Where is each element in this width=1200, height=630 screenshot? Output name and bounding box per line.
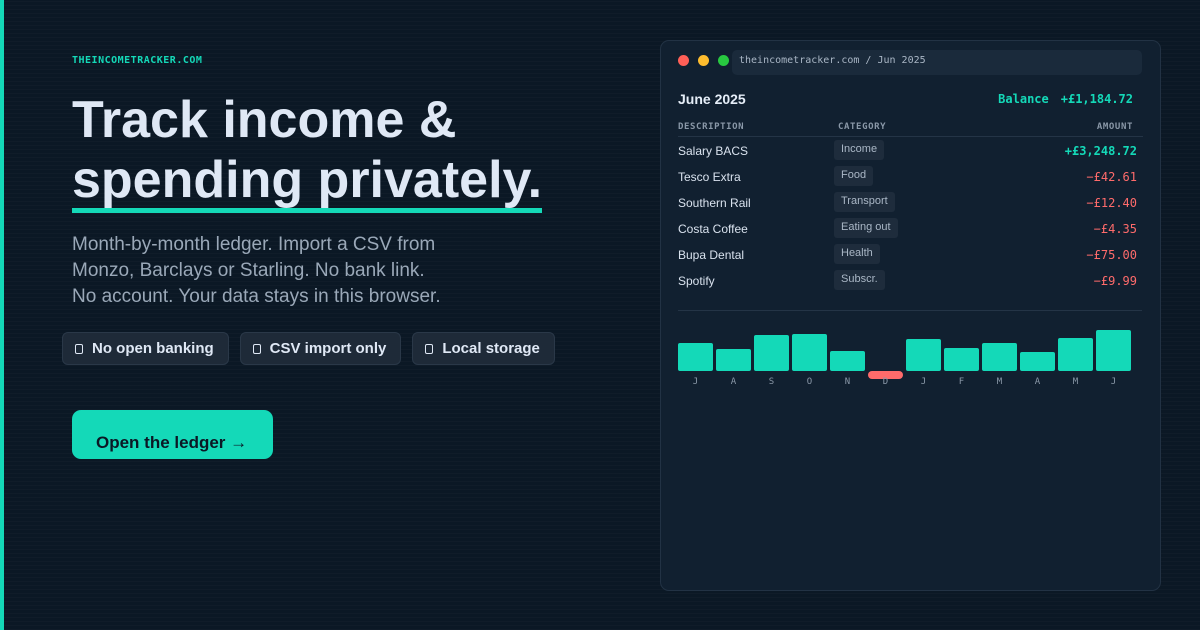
chart-month-label: O [806, 377, 813, 387]
feature-chips: No open banking CSV import only Local st… [62, 332, 555, 365]
row-description: Bupa Dental [678, 248, 745, 262]
chart-month-label: A [730, 377, 737, 387]
chart-bar [982, 343, 1017, 371]
ledger-month: June 2025 [678, 91, 746, 107]
subtext-line: No account. Your data stays in this brow… [72, 286, 441, 307]
column-header-description: DESCRIPTION [678, 122, 745, 132]
row-description: Tesco Extra [678, 170, 741, 184]
row-amount: +£3,248.72 [1064, 144, 1137, 158]
chart-bar [1058, 338, 1093, 371]
row-description: Southern Rail [678, 196, 751, 210]
column-header-amount: AMOUNT [1096, 122, 1133, 132]
ledger-table: DESCRIPTION CATEGORY AMOUNT Salary BACS … [678, 116, 1143, 293]
category-tag: Health [834, 244, 880, 264]
maximize-dot-icon[interactable] [718, 55, 729, 66]
accent-bar [0, 0, 4, 630]
divider [678, 310, 1142, 311]
monthly-bar-chart: JASONDJFMAMJ [678, 321, 1134, 391]
balance-value: +£1,184.72 [1060, 92, 1133, 106]
balance: Balance +£1,184.72 [998, 92, 1133, 106]
lock-icon [252, 343, 261, 354]
site-label: THEINCOMETRACKER.COM [72, 55, 203, 66]
row-amount: −£42.61 [1086, 170, 1137, 184]
lock-icon [425, 343, 434, 354]
table-row[interactable]: Tesco Extra Food −£42.61 [678, 163, 1143, 189]
row-description: Costa Coffee [678, 222, 748, 236]
row-amount: −£12.40 [1086, 196, 1137, 210]
chart-bar [678, 343, 713, 371]
row-amount: −£75.00 [1086, 248, 1137, 262]
chip-local-storage: Local storage [412, 332, 555, 365]
chart-month-label: N [844, 377, 851, 387]
row-amount: −£4.35 [1093, 222, 1137, 236]
chart-month-label: M [1072, 377, 1079, 387]
ledger-header: June 2025 Balance +£1,184.72 [678, 91, 1142, 107]
row-amount: −£9.99 [1093, 274, 1137, 288]
chart-month-label: D [882, 377, 889, 387]
category-tag: Subscr. [834, 270, 885, 290]
table-row[interactable]: Salary BACS Income +£3,248.72 [678, 137, 1143, 163]
chart-bar [792, 334, 827, 371]
chart-bar [1020, 352, 1055, 371]
column-header-category: CATEGORY [838, 122, 887, 132]
chart-month-label: M [996, 377, 1003, 387]
chart-bar [906, 339, 941, 371]
subtext-line: Month-by-month ledger. Import a CSV from [72, 234, 436, 255]
headline-line-2: spending privately. [72, 152, 543, 213]
window-titlebar: theincometracker.com / Jun 2025 [661, 41, 1160, 79]
chip-no-open-banking: No open banking [62, 332, 229, 365]
category-tag: Eating out [834, 218, 898, 238]
chip-csv-import: CSV import only [239, 332, 402, 365]
table-header: DESCRIPTION CATEGORY AMOUNT [678, 116, 1143, 137]
category-tag: Transport [834, 192, 895, 212]
table-row[interactable]: Spotify Subscr. −£9.99 [678, 267, 1143, 293]
balance-label: Balance [998, 92, 1049, 106]
chart-bar [754, 335, 789, 371]
chart-bar [716, 349, 751, 371]
category-tag: Food [834, 166, 874, 186]
headline: Track income & spending privately. [72, 90, 632, 213]
chart-month-label: J [1110, 377, 1117, 387]
headline-line-1: Track income & [72, 91, 457, 149]
category-tag: Income [834, 140, 885, 160]
row-description: Salary BACS [678, 144, 749, 158]
chart-month-label: J [920, 377, 927, 387]
subtext: Month-by-month ledger. Import a CSV from… [72, 232, 492, 310]
open-ledger-button[interactable]: Open the ledger → [72, 410, 273, 459]
chart-bar [944, 348, 979, 371]
close-dot-icon[interactable] [678, 55, 689, 66]
chart-month-label: A [1034, 377, 1041, 387]
subtext-line: Monzo, Barclays or Starling. No bank lin… [72, 260, 425, 281]
chart-bar [1096, 330, 1131, 371]
table-row[interactable]: Bupa Dental Health −£75.00 [678, 241, 1143, 267]
chip-label: CSV import only [269, 340, 387, 357]
chart-month-label: J [692, 377, 699, 387]
lock-icon [75, 343, 83, 354]
table-row[interactable]: Southern Rail Transport −£12.40 [678, 189, 1143, 215]
chart-bar [830, 351, 865, 371]
chart-month-label: S [768, 377, 775, 387]
url-bar[interactable]: theincometracker.com / Jun 2025 [732, 50, 1142, 75]
table-row[interactable]: Costa Coffee Eating out −£4.35 [678, 215, 1143, 241]
minimize-dot-icon[interactable] [698, 55, 709, 66]
chip-label: Local storage [442, 340, 540, 357]
app-window: theincometracker.com / Jun 2025 June 202… [660, 40, 1161, 591]
row-description: Spotify [678, 274, 715, 288]
chart-month-label: F [958, 377, 965, 387]
chip-label: No open banking [92, 340, 214, 357]
